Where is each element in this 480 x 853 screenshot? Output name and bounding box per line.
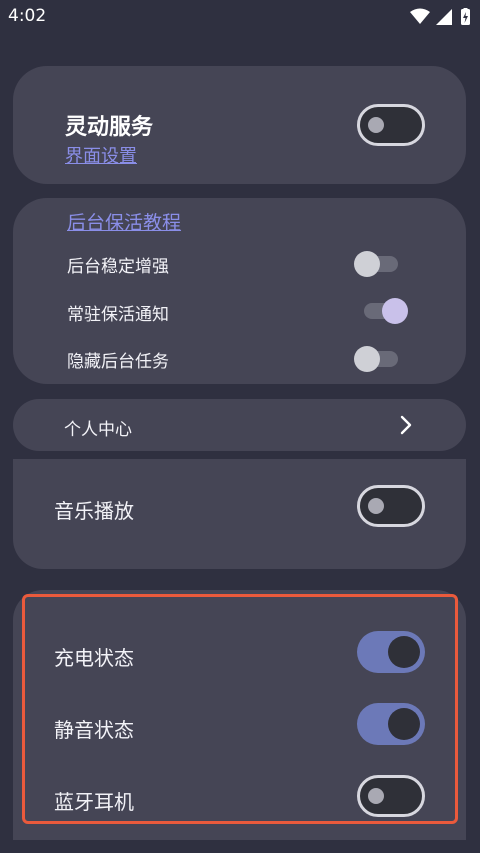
stability-enhance-switch[interactable] xyxy=(354,248,402,278)
persistent-notification-switch[interactable] xyxy=(362,295,410,325)
battery-charging-icon xyxy=(461,8,470,25)
music-playback-label: 音乐播放 xyxy=(54,499,134,523)
music-playback-toggle[interactable] xyxy=(357,485,425,527)
background-card: 后台保活教程 后台稳定增强 常驻保活通知 隐藏后台任务 xyxy=(13,198,466,384)
service-toggle[interactable] xyxy=(357,104,425,146)
personal-center-label: 个人中心 xyxy=(64,420,132,440)
toggle-knob xyxy=(368,117,384,133)
wifi-icon xyxy=(410,8,430,24)
personal-center-row[interactable]: 个人中心 xyxy=(13,399,466,451)
music-card: 音乐播放 xyxy=(13,459,466,569)
switch-thumb xyxy=(382,298,408,324)
switch-thumb xyxy=(354,346,380,372)
hide-background-task-label: 隐藏后台任务 xyxy=(67,352,169,372)
status-time: 4:02 xyxy=(8,6,47,26)
status-icons xyxy=(410,8,470,25)
interface-settings-link[interactable]: 界面设置 xyxy=(65,142,137,168)
highlight-box xyxy=(22,594,458,824)
chevron-right-icon xyxy=(400,415,412,435)
status-bar: 4:02 xyxy=(0,0,480,34)
persistent-notification-label: 常驻保活通知 xyxy=(67,305,169,325)
background-tutorial-link[interactable]: 后台保活教程 xyxy=(67,208,181,235)
hide-background-task-switch[interactable] xyxy=(354,343,402,373)
switch-thumb xyxy=(354,251,380,277)
cellular-signal-icon xyxy=(436,9,452,25)
service-card: 灵动服务 界面设置 xyxy=(13,66,466,184)
toggle-knob xyxy=(368,498,384,514)
service-title: 灵动服务 xyxy=(65,115,154,140)
stability-enhance-label: 后台稳定增强 xyxy=(67,257,169,277)
